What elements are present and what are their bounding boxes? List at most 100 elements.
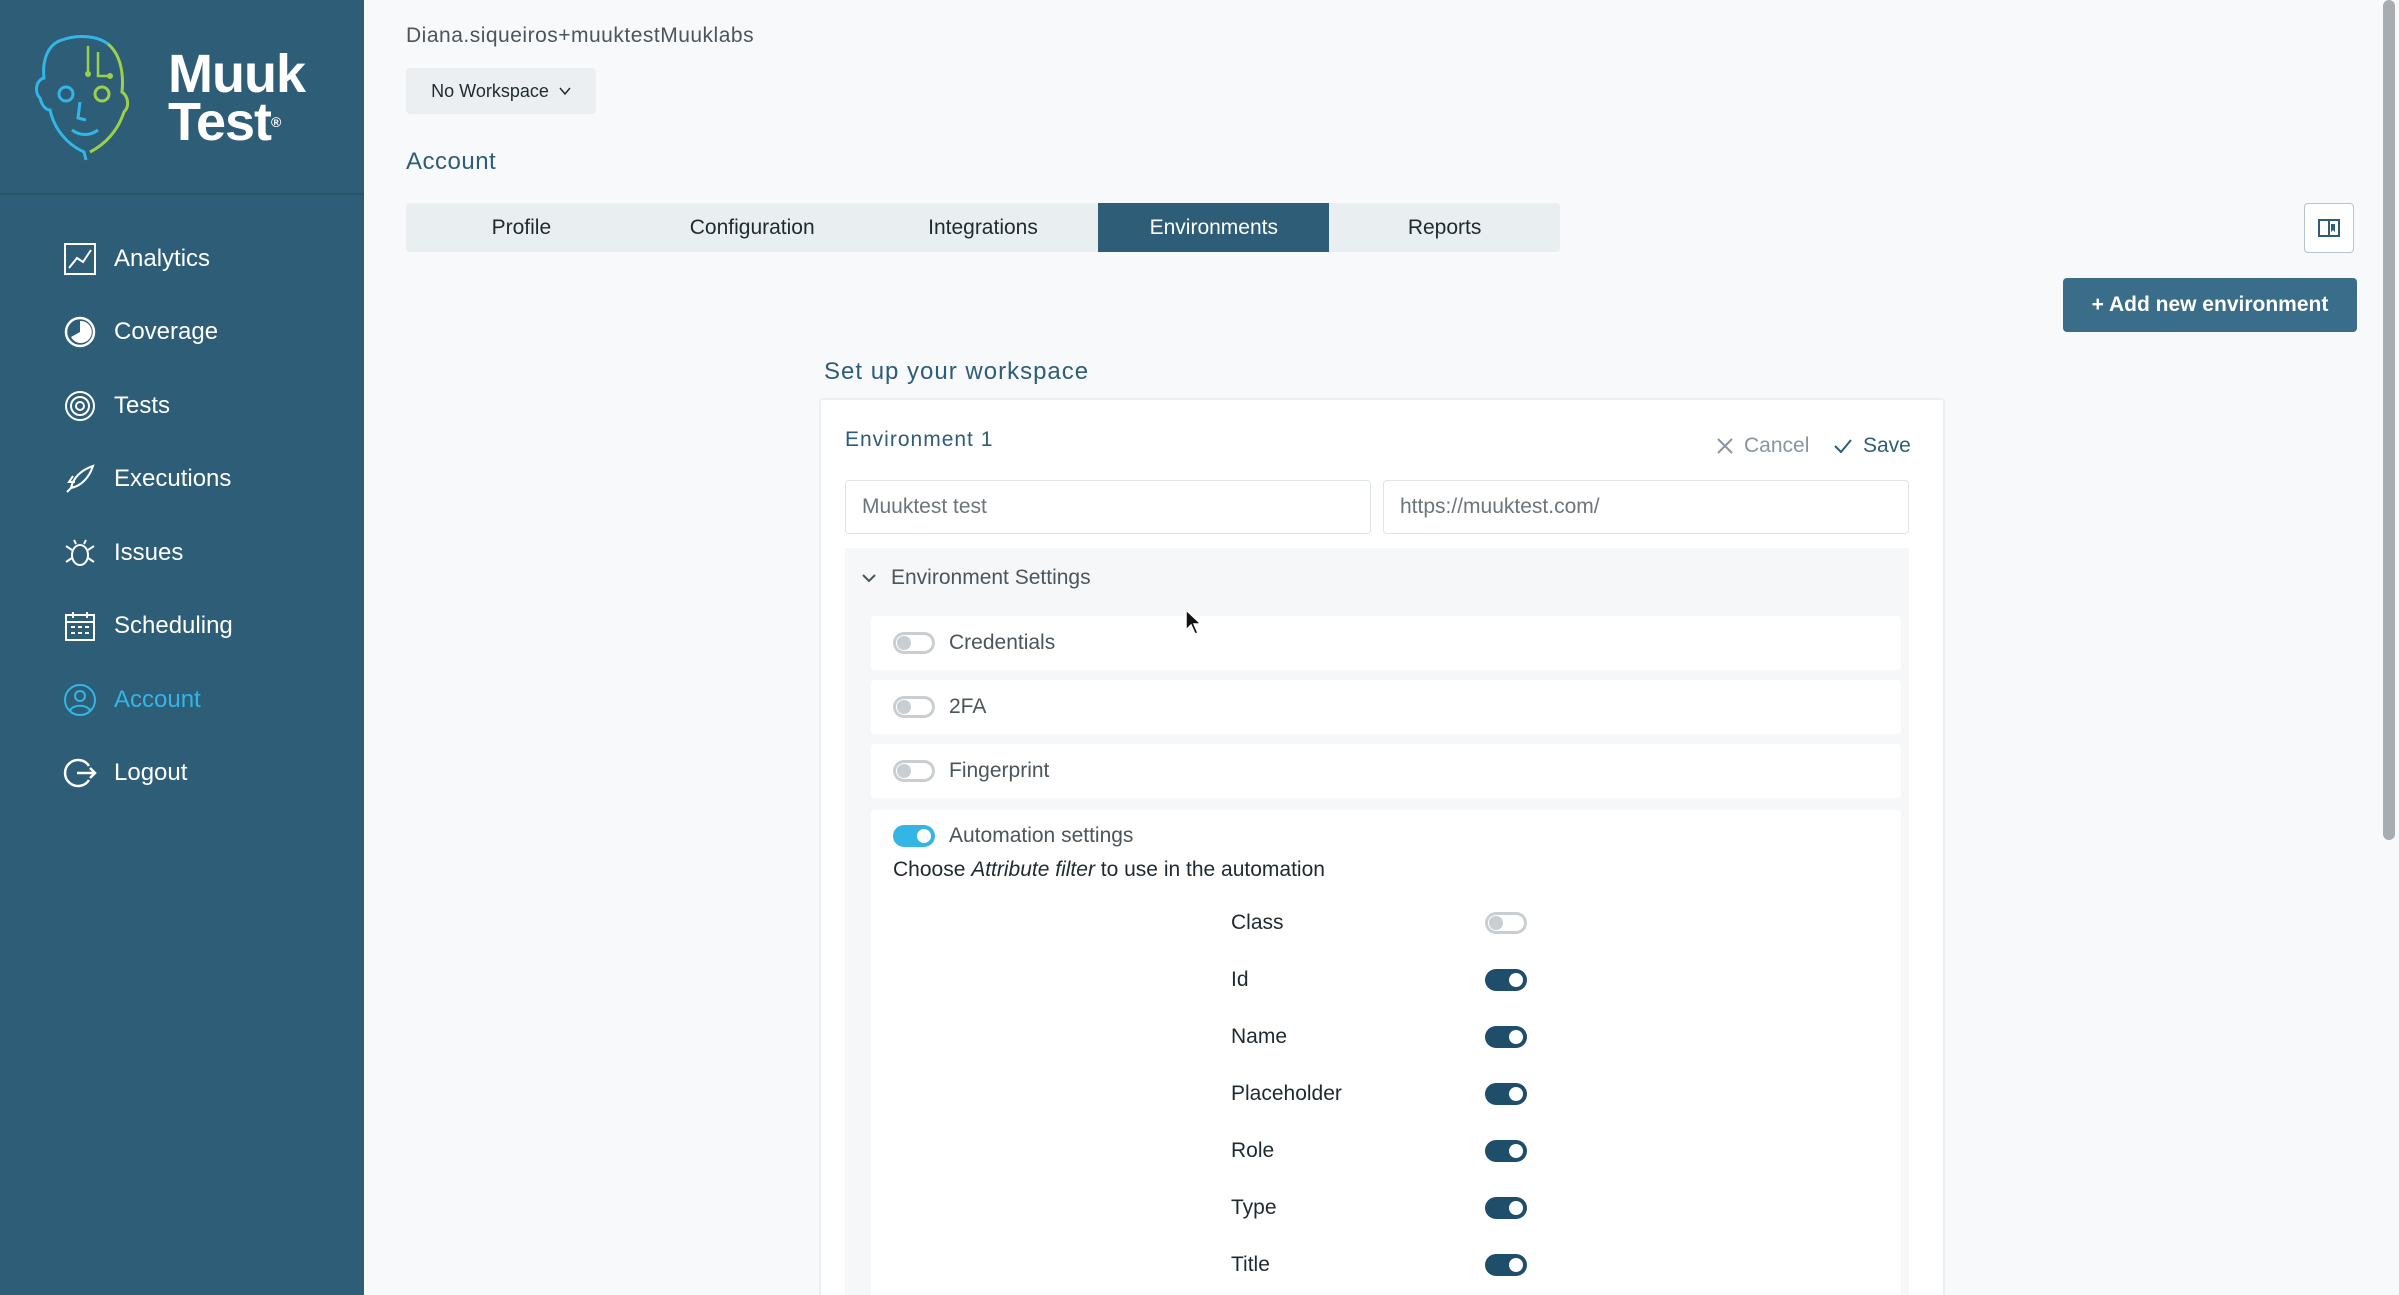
sidebar-item-label: Analytics xyxy=(114,244,211,272)
desc-emphasis: Attribute filter xyxy=(971,858,1095,881)
attribute-row-title: Title xyxy=(1231,1250,1531,1280)
sidebar: Muuk Test® Analytics Coverage Tests Exec… xyxy=(0,0,364,1295)
environment-name-field[interactable]: Muuktest test xyxy=(845,480,1371,534)
check-icon xyxy=(1834,439,1852,454)
credentials-toggle[interactable] xyxy=(893,632,935,654)
chevron-down-icon xyxy=(559,87,571,96)
twofa-label: 2FA xyxy=(949,695,987,718)
id-attribute-toggle[interactable] xyxy=(1485,969,1527,991)
desc-suffix: to use in the automation xyxy=(1094,858,1325,881)
add-new-environment-button[interactable]: + Add new environment xyxy=(2063,278,2357,332)
save-label: Save xyxy=(1863,434,1911,457)
fingerprint-setting: Fingerprint xyxy=(871,744,1901,798)
title-attribute-toggle[interactable] xyxy=(1485,1254,1527,1276)
attribute-row-id: Id xyxy=(1231,965,1531,995)
fingerprint-toggle[interactable] xyxy=(893,760,935,782)
attribute-row-role: Role xyxy=(1231,1136,1531,1166)
account-tabs: Profile Configuration Integrations Envir… xyxy=(406,203,1560,252)
sidebar-item-executions[interactable]: Executions xyxy=(0,443,364,517)
username: Diana.siqueiros+muuktestMuuklabs xyxy=(406,24,755,47)
account-icon xyxy=(62,682,98,718)
sidebar-item-label: Logout xyxy=(114,759,188,787)
sidebar-item-label: Scheduling xyxy=(114,612,233,640)
tests-icon xyxy=(62,388,98,424)
chevron-down-icon xyxy=(862,574,876,583)
environment-settings-panel: Environment Settings Credentials 2FA Fin… xyxy=(845,548,1909,1295)
executions-icon xyxy=(62,461,98,497)
workspace-label: No Workspace xyxy=(431,80,549,101)
tab-reports[interactable]: Reports xyxy=(1329,203,1560,252)
attribute-label: Role xyxy=(1231,1139,1275,1162)
attribute-row-class: Class xyxy=(1231,908,1531,938)
tab-configuration[interactable]: Configuration xyxy=(637,203,868,252)
role-attribute-toggle[interactable] xyxy=(1485,1140,1527,1162)
sidebar-item-issues[interactable]: Issues xyxy=(0,516,364,590)
type-attribute-toggle[interactable] xyxy=(1485,1197,1527,1219)
sidebar-item-analytics[interactable]: Analytics xyxy=(0,222,364,296)
scheduling-icon xyxy=(62,608,98,644)
attribute-row-type: Type xyxy=(1231,1193,1531,1223)
twofa-setting: 2FA xyxy=(871,680,1901,734)
sidebar-item-label: Account xyxy=(114,685,201,713)
sidebar-item-label: Coverage xyxy=(114,318,219,346)
attribute-label: Type xyxy=(1231,1196,1277,1219)
logo-registered-mark: ® xyxy=(271,114,281,130)
logo-line-2: Test xyxy=(168,92,272,152)
attribute-label: Id xyxy=(1231,968,1249,991)
attribute-label: Title xyxy=(1231,1253,1270,1276)
environment-title: Environment 1 xyxy=(845,428,994,451)
main-content: Diana.siqueiros+muuktestMuuklabs No Work… xyxy=(364,0,2399,1295)
placeholder-attribute-toggle[interactable] xyxy=(1485,1083,1527,1105)
analytics-icon xyxy=(62,241,98,277)
attribute-label: Name xyxy=(1231,1025,1288,1048)
logout-icon xyxy=(62,755,98,791)
muuk-face-logo-icon xyxy=(35,35,130,161)
workspace-setup-title: Set up your workspace xyxy=(824,358,1090,385)
logo-line-1: Muuk xyxy=(168,44,306,104)
cancel-label: Cancel xyxy=(1744,434,1810,457)
close-icon xyxy=(1717,438,1733,454)
logo-area: Muuk Test® xyxy=(0,0,364,195)
automation-toggle[interactable] xyxy=(893,825,935,847)
attribute-label: Class xyxy=(1231,911,1284,934)
automation-label: Automation settings xyxy=(949,824,1134,847)
credentials-setting: Credentials xyxy=(871,616,1901,670)
name-attribute-toggle[interactable] xyxy=(1485,1026,1527,1048)
sidebar-item-coverage[interactable]: Coverage xyxy=(0,296,364,370)
book-icon xyxy=(2318,219,2340,237)
sidebar-item-account[interactable]: Account xyxy=(0,663,364,737)
environment-settings-label: Environment Settings xyxy=(891,566,1091,589)
cancel-button[interactable]: Cancel xyxy=(1716,434,1809,458)
workspace-dropdown[interactable]: No Workspace xyxy=(406,68,596,114)
vertical-scrollbar[interactable] xyxy=(2383,0,2395,840)
environment-url-field[interactable]: https://muuktest.com/ xyxy=(1383,480,1909,534)
fingerprint-label: Fingerprint xyxy=(949,759,1050,782)
save-button[interactable]: Save xyxy=(1833,434,1911,458)
twofa-toggle[interactable] xyxy=(893,696,935,718)
sidebar-item-label: Tests xyxy=(114,391,171,419)
automation-header: Automation settings xyxy=(893,824,1133,848)
tab-integrations[interactable]: Integrations xyxy=(868,203,1099,252)
automation-settings: Automation settings Choose Attribute fil… xyxy=(871,810,1901,1295)
desc-prefix: Choose xyxy=(893,858,972,881)
sidebar-item-tests[interactable]: Tests xyxy=(0,369,364,443)
sidebar-item-label: Executions xyxy=(114,465,232,493)
page-title: Account xyxy=(406,148,497,175)
tab-environments[interactable]: Environments xyxy=(1098,203,1330,252)
sidebar-item-scheduling[interactable]: Scheduling xyxy=(0,590,364,664)
coverage-icon xyxy=(62,314,98,350)
sidebar-item-logout[interactable]: Logout xyxy=(0,737,364,811)
environment-settings-toggle[interactable]: Environment Settings xyxy=(861,566,1091,590)
automation-description: Choose Attribute filter to use in the au… xyxy=(893,858,1325,882)
class-attribute-toggle[interactable] xyxy=(1485,912,1527,934)
help-book-button[interactable] xyxy=(2304,203,2354,253)
sidebar-nav: Analytics Coverage Tests Executions Issu… xyxy=(0,222,364,810)
attribute-row-placeholder: Placeholder xyxy=(1231,1079,1531,1109)
muuk-test-logo: Muuk Test® xyxy=(168,44,306,149)
sidebar-item-label: Issues xyxy=(114,538,184,566)
credentials-label: Credentials xyxy=(949,631,1056,654)
tab-profile[interactable]: Profile xyxy=(406,203,637,252)
attribute-row-name: Name xyxy=(1231,1022,1531,1052)
mouse-cursor-icon xyxy=(1185,608,1203,635)
attribute-label: Placeholder xyxy=(1231,1082,1342,1105)
